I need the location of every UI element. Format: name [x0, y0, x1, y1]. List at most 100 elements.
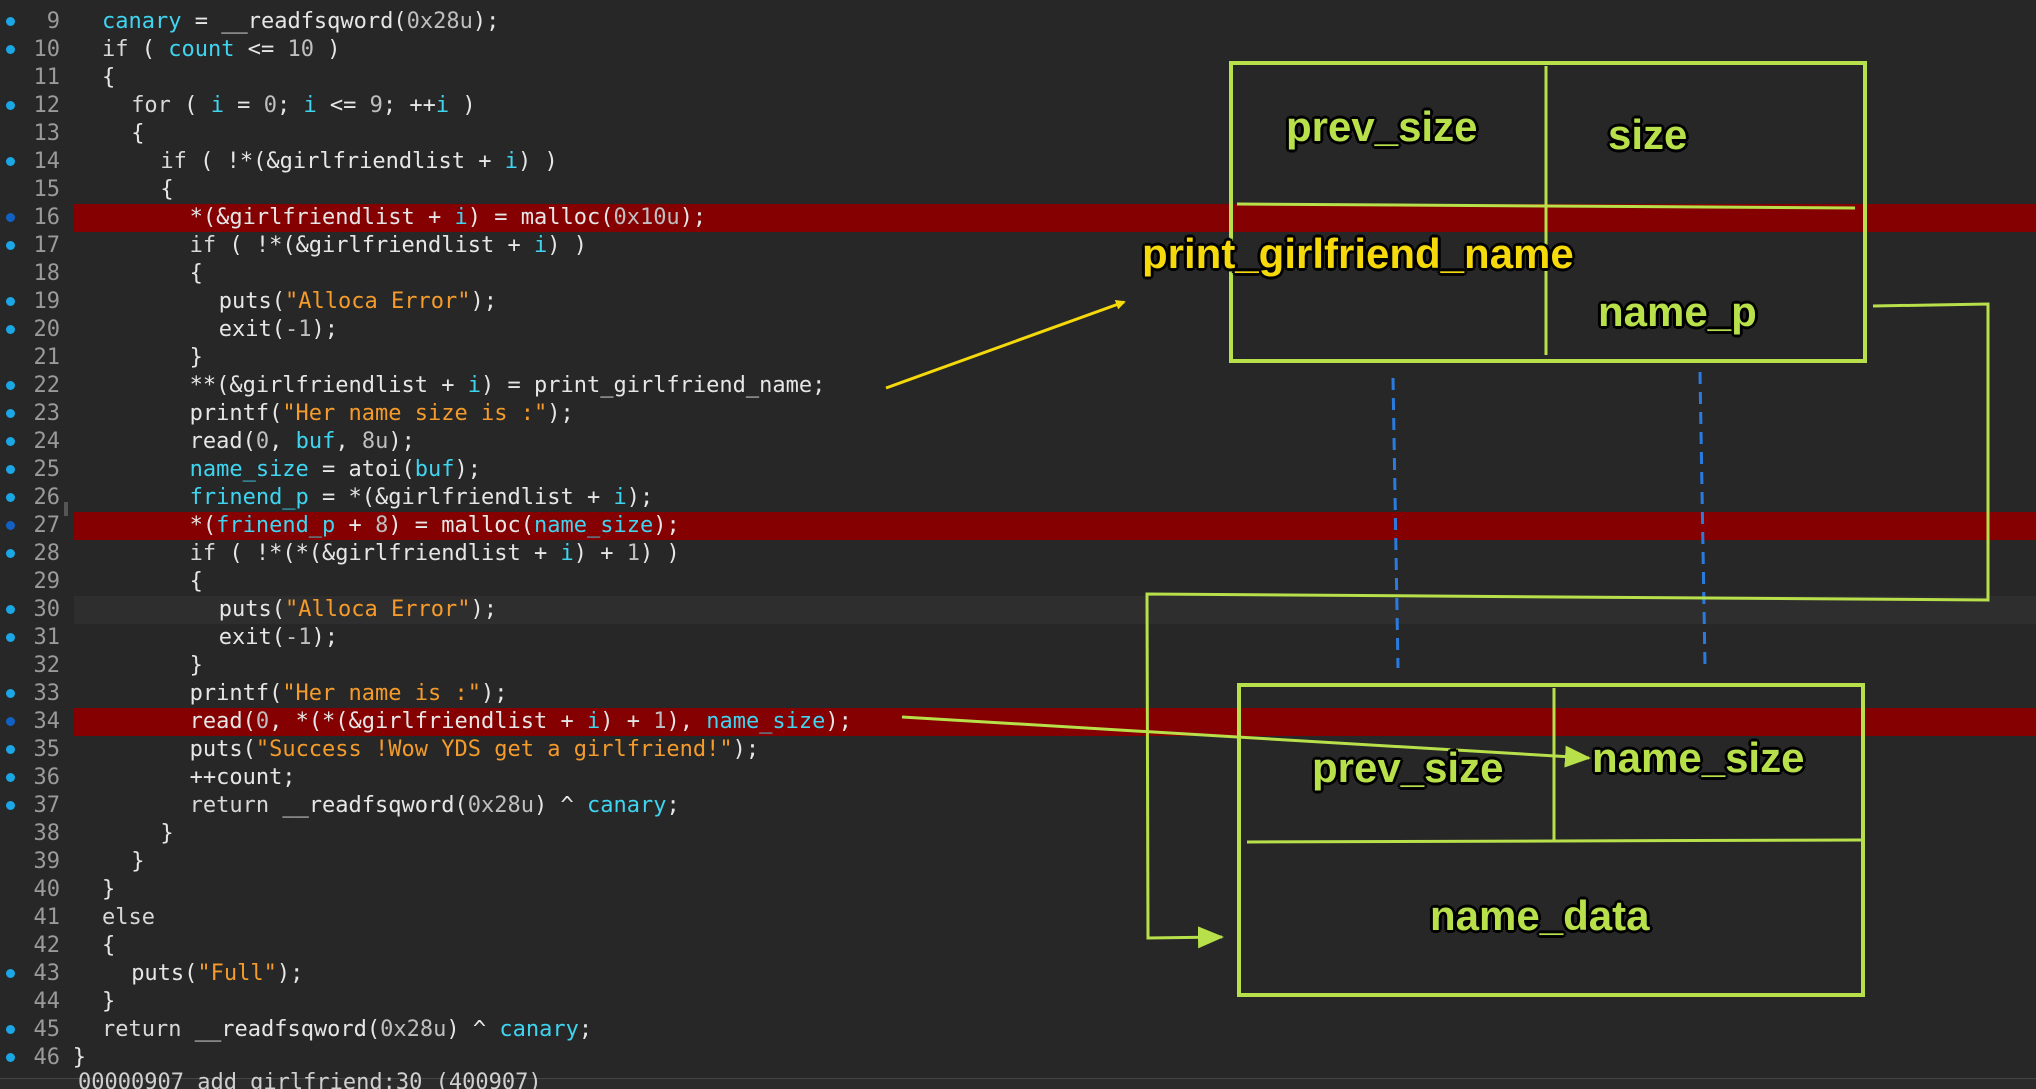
code-text: name_size = atoi(buf);: [190, 456, 481, 484]
code-line[interactable]: 26 frinend_p = *(&girlfriendlist + i);: [0, 484, 2036, 512]
code-token: {: [131, 121, 145, 146]
breakpoint-dot-icon[interactable]: [6, 689, 15, 698]
breakpoint-dot-icon[interactable]: [6, 969, 15, 978]
code-line[interactable]: 43 puts("Full");: [0, 960, 2036, 988]
code-line[interactable]: 18 {: [0, 260, 2036, 288]
code-text: read(0, *(*(&girlfriendlist + i) + 1), n…: [190, 708, 852, 736]
code-line[interactable]: 45 return __readfsqword(0x28u) ^ canary;: [0, 1016, 2036, 1044]
code-line[interactable]: 21}: [0, 344, 2036, 372]
code-line[interactable]: 44}: [0, 988, 2036, 1016]
code-line[interactable]: 39}: [0, 848, 2036, 876]
code-line[interactable]: 13 {: [0, 120, 2036, 148]
code-line[interactable]: 41 else: [0, 904, 2036, 932]
line-number: 40: [33, 877, 61, 902]
code-line[interactable]: 46}: [0, 1044, 2036, 1072]
code-token: 1: [653, 709, 667, 734]
code-line[interactable]: 9 canary = __readfsqword(0x28u);: [0, 8, 2036, 36]
code-line[interactable]: 25 name_size = atoi(buf);: [0, 456, 2036, 484]
code-text: }: [102, 988, 115, 1016]
breakpoint-dot-icon[interactable]: [6, 241, 15, 250]
code-line[interactable]: 27 *(frinend_p + 8) = malloc(name_size);: [0, 512, 2036, 540]
code-token: , *(*(&girlfriendlist +: [269, 709, 587, 734]
line-number: 34: [33, 709, 61, 734]
line-number: 32: [33, 653, 61, 678]
code-token: ++count;: [189, 765, 296, 790]
code-token: printf(: [189, 401, 283, 426]
code-text: }: [131, 848, 144, 876]
code-line[interactable]: 33 printf("Her name is :");: [0, 680, 2036, 708]
breakpoint-dot-icon[interactable]: [6, 45, 15, 54]
code-line[interactable]: 35 puts("Success !Wow YDS get a girlfrien…: [0, 736, 2036, 764]
code-line[interactable]: 20 exit(-1);: [0, 316, 2036, 344]
breakpoint-dot-icon[interactable]: [6, 101, 15, 110]
code-line[interactable]: 12 for ( i = 0; i <= 9; ++i ): [0, 92, 2036, 120]
code-text: else: [102, 904, 155, 932]
code-token: i: [303, 93, 317, 118]
line-number: 22: [33, 373, 61, 398]
code-line[interactable]: 38}: [0, 820, 2036, 848]
code-token: 10: [287, 37, 314, 62]
code-text: {: [102, 64, 115, 92]
code-line[interactable]: 31 exit(-1);: [0, 624, 2036, 652]
code-token: frinend_p: [216, 513, 336, 538]
code-text: {: [131, 120, 144, 148]
line-number: 41: [33, 905, 61, 930]
code-line[interactable]: 14 if ( !*(&girlfriendlist + i) ): [0, 148, 2036, 176]
code-token: if: [189, 233, 217, 258]
code-line[interactable]: 10 if ( count <= 10 ): [0, 36, 2036, 64]
breakpoint-dot-icon[interactable]: [6, 605, 15, 614]
breakpoint-dot-icon[interactable]: [6, 297, 15, 306]
line-number: 36: [33, 765, 61, 790]
breakpoint-dot-icon[interactable]: [6, 493, 15, 502]
breakpoint-dot-icon[interactable]: [6, 381, 15, 390]
code-line[interactable]: 40}: [0, 876, 2036, 904]
code-line[interactable]: 28 if ( !*(*(&girlfriendlist + i) + 1) ): [0, 540, 2036, 568]
breakpoint-dot-icon[interactable]: [6, 1025, 15, 1034]
code-line[interactable]: 30 puts("Alloca Error");: [0, 596, 2036, 624]
code-line[interactable]: 22 **(&girlfriendlist + i) = print_girlfr…: [0, 372, 2036, 400]
code-line[interactable]: 16 *(&girlfriendlist + i) = malloc(0x10u)…: [0, 204, 2036, 232]
code-line[interactable]: 34 read(0, *(*(&girlfriendlist + i) + 1),…: [0, 708, 2036, 736]
code-token: buf: [295, 429, 336, 454]
breakpoint-dot-icon[interactable]: [6, 801, 15, 810]
code-token: exit(: [218, 625, 286, 650]
breakpoint-dot-icon[interactable]: [6, 745, 15, 754]
code-token: }: [102, 989, 116, 1014]
code-token: ;: [578, 1017, 593, 1042]
code-token: "Alloca Error": [285, 289, 471, 314]
breakpoint-dot-icon[interactable]: [6, 325, 15, 334]
breakpoint-dot-icon[interactable]: [6, 1053, 15, 1062]
code-token: name_size: [189, 457, 309, 482]
line-number: 20: [33, 317, 61, 342]
breakpoint-dot-icon[interactable]: [6, 773, 15, 782]
breakpoint-dot-icon[interactable]: [6, 521, 15, 530]
code-token: 8u: [361, 429, 389, 454]
code-line[interactable]: 36 ++count;: [0, 764, 2036, 792]
code-line[interactable]: 29 {: [0, 568, 2036, 596]
code-line[interactable]: 19 puts("Alloca Error");: [0, 288, 2036, 316]
breakpoint-dot-icon[interactable]: [6, 17, 15, 26]
breakpoint-dot-icon[interactable]: [6, 717, 15, 726]
code-line[interactable]: 32}: [0, 652, 2036, 680]
code-token: }: [72, 1045, 87, 1070]
code-line[interactable]: 15 {: [0, 176, 2036, 204]
breakpoint-dot-icon[interactable]: [6, 213, 15, 222]
code-line[interactable]: 24 read(0, buf, 8u);: [0, 428, 2036, 456]
code-line[interactable]: 37 return __readfsqword(0x28u) ^ canary;: [0, 792, 2036, 820]
code-text: puts("Alloca Error");: [219, 596, 497, 624]
breakpoint-dot-icon[interactable]: [6, 633, 15, 642]
code-line[interactable]: 23 printf("Her name size is :");: [0, 400, 2036, 428]
code-line[interactable]: 11 {: [0, 64, 2036, 92]
pseudocode-editor[interactable]: 9 canary = __readfsqword(0x28u); 10 if ( co…: [0, 0, 2036, 1078]
code-line[interactable]: 42 {: [0, 932, 2036, 960]
code-line[interactable]: 17 if ( !*(&girlfriendlist + i) ): [0, 232, 2036, 260]
code-token: "Her name size is :": [282, 401, 548, 426]
code-token: canary: [586, 793, 667, 818]
code-token: );: [470, 597, 497, 622]
breakpoint-dot-icon[interactable]: [6, 549, 15, 558]
breakpoint-dot-icon[interactable]: [6, 465, 15, 474]
breakpoint-dot-icon[interactable]: [6, 157, 15, 166]
breakpoint-dot-icon[interactable]: [6, 437, 15, 446]
code-token: ) = malloc(: [467, 205, 614, 230]
breakpoint-dot-icon[interactable]: [6, 409, 15, 418]
